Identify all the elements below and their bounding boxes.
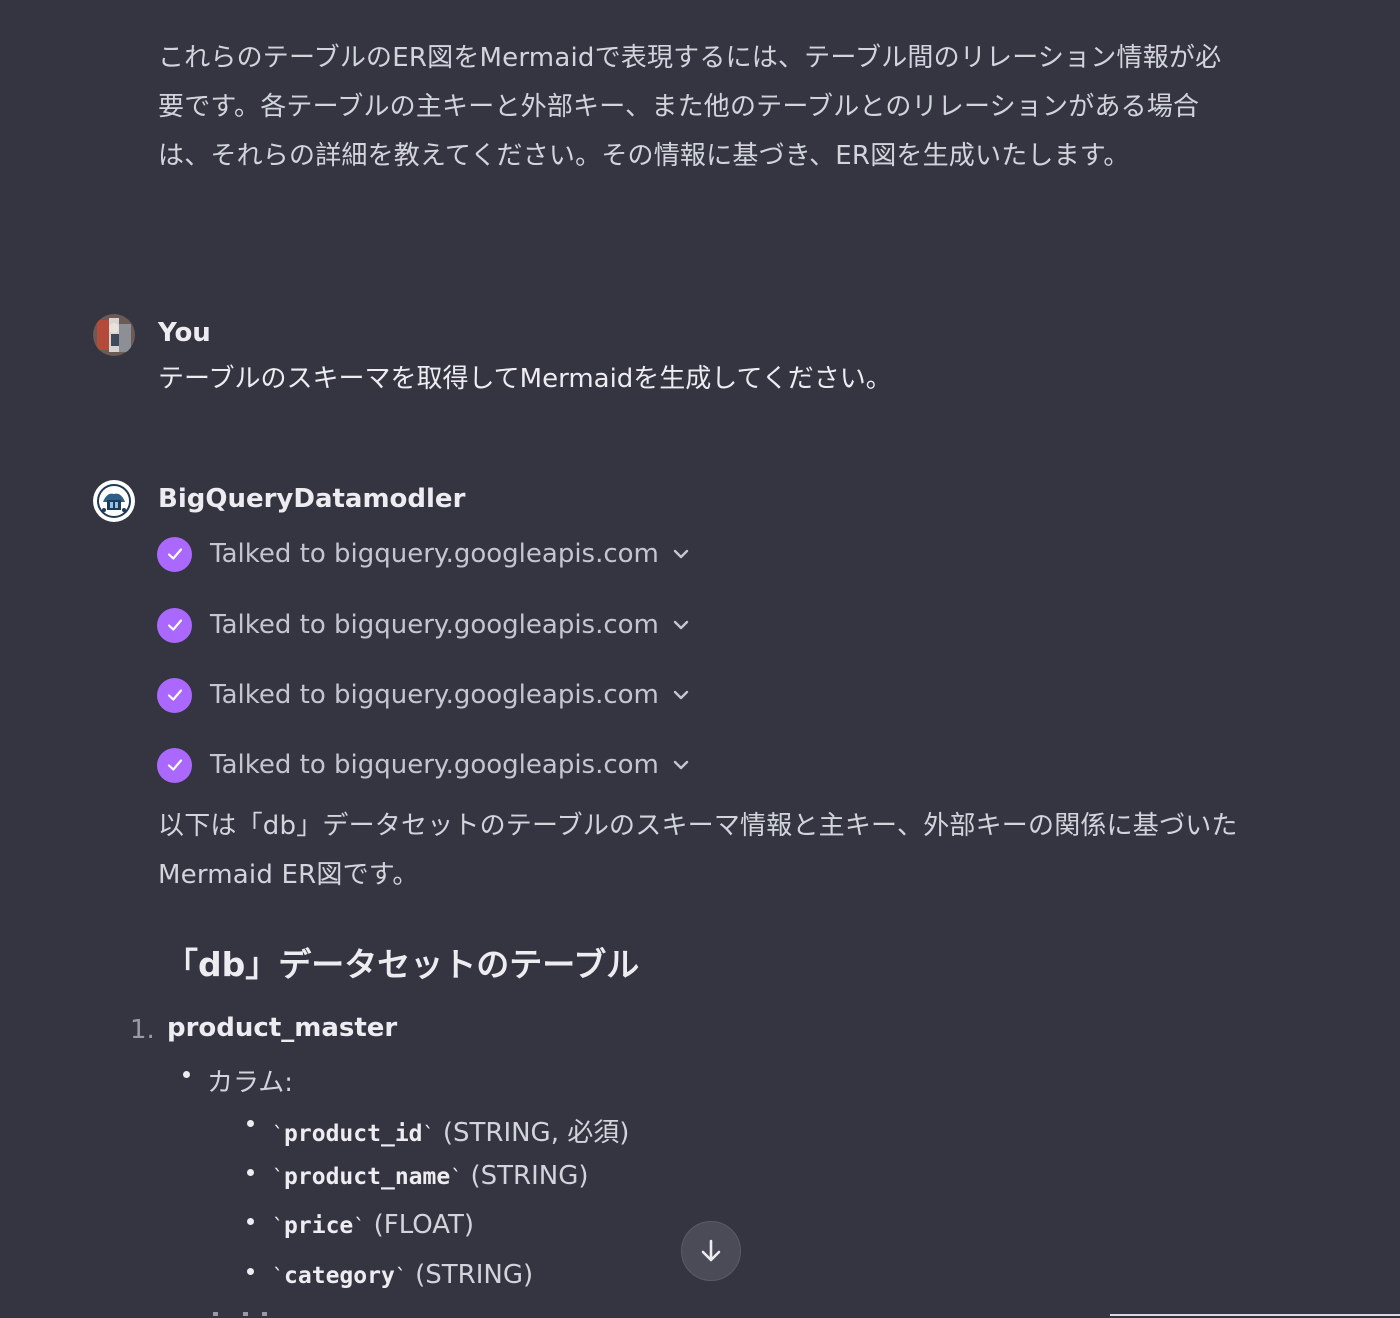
list-number: 1. [130,1015,155,1045]
chevron-down-icon[interactable] [671,755,691,775]
user-message-text: テーブルのスキーマを取得してMermaidを生成してください。 [158,364,892,394]
tool-call-row-3[interactable]: Talked to bigquery.googleapis.com [157,677,691,713]
bullet-dot [247,1169,254,1176]
column-name: product_name [284,1164,451,1190]
cut-off-text [243,1312,248,1316]
chevron-down-icon[interactable] [671,544,691,564]
section-heading: 「db」データセットのテーブル [165,945,640,984]
user-avatar [93,314,135,356]
column-type: (STRING, 必須) [442,1118,630,1148]
column-type: (STRING) [415,1260,534,1290]
gpt-avatar [93,480,135,522]
bullet-dot [183,1071,190,1078]
tool-call-label: Talked to bigquery.googleapis.com [210,680,659,710]
column-item: `product_name` (STRING) [272,1161,589,1191]
columns-label: カラム: [207,1068,293,1098]
column-name: category [284,1263,395,1289]
column-name: price [284,1213,354,1239]
assistant-answer-intro: 以下は「db」データセットのテーブルのスキーマ情報と主キー、外部キーの関係に基づ… [158,811,1238,890]
cut-off-text [262,1312,267,1316]
tool-call-label: Talked to bigquery.googleapis.com [210,539,659,569]
column-type: (STRING) [470,1161,589,1191]
user-author-name: You [158,318,211,348]
column-item: `product_id` (STRING, 必須) [272,1118,630,1148]
tool-call-label: Talked to bigquery.googleapis.com [210,750,659,780]
composer-edge [1110,1314,1400,1316]
check-icon [157,536,192,572]
table-name: product_master [167,1013,398,1043]
bullet-dot [247,1268,254,1275]
check-icon [157,677,192,713]
column-item: `price` (FLOAT) [272,1210,475,1240]
assistant-prev-message: これらのテーブルのER図をMermaidで表現するには、テーブル間のリレーション… [158,43,1222,171]
column-name: product_id [284,1121,423,1147]
column-item: `category` (STRING) [272,1260,534,1290]
column-type: (FLOAT) [373,1210,475,1240]
cut-off-text [213,1312,218,1316]
bullet-dot [247,1120,254,1127]
check-icon [157,747,192,783]
scroll-to-bottom-button[interactable] [681,1221,741,1281]
bullet-dot [247,1218,254,1225]
tool-call-row-4[interactable]: Talked to bigquery.googleapis.com [157,747,691,783]
gpt-author-name: BigQueryDatamodler [158,484,466,514]
tool-call-label: Talked to bigquery.googleapis.com [210,610,659,640]
chevron-down-icon[interactable] [671,615,691,635]
chevron-down-icon[interactable] [671,685,691,705]
arrow-down-icon [701,1239,721,1262]
tool-call-row-1[interactable]: Talked to bigquery.googleapis.com [157,536,691,572]
check-icon [157,607,192,643]
tool-call-row-2[interactable]: Talked to bigquery.googleapis.com [157,607,691,643]
